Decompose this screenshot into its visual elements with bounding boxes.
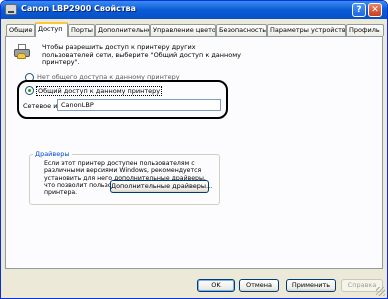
drivers-group-title: Драйверы <box>33 150 72 158</box>
apply-button[interactable]: Применить <box>286 279 336 292</box>
help-title-button[interactable]: ? <box>352 3 366 17</box>
printer-app-icon <box>5 4 17 15</box>
tab-strip: Общие Доступ Порты Дополнительно Управле… <box>5 22 385 37</box>
cancel-button[interactable]: Отмена <box>239 279 279 292</box>
properties-dialog: Canon LBP2900 Свойства ? ✕ Общие Доступ … <box>0 0 388 299</box>
sharing-info-text: Чтобы разрешить доступ к принтеру других… <box>42 43 242 66</box>
tab-advanced[interactable]: Дополнительно <box>95 24 150 36</box>
share-label[interactable]: Общий доступ к данному принтеру <box>36 86 163 96</box>
tab-general[interactable]: Общие <box>6 24 35 36</box>
window-title: Canon LBP2900 Свойства <box>21 4 136 13</box>
resize-grip[interactable] <box>376 287 385 296</box>
close-button[interactable]: ✕ <box>368 3 382 17</box>
additional-drivers-button[interactable]: Дополнительные драйверы... <box>110 180 212 193</box>
shared-printer-icon <box>14 44 30 59</box>
tab-ports[interactable]: Порты <box>68 24 95 36</box>
tab-color-management[interactable]: Управление цветом <box>150 24 216 36</box>
title-bar[interactable]: Canon LBP2900 Свойства ? ✕ <box>1 1 387 19</box>
tab-profile[interactable]: Профиль <box>346 24 384 36</box>
tab-sharing[interactable]: Доступ <box>35 22 68 37</box>
share-name-input[interactable] <box>57 99 221 111</box>
tab-security[interactable]: Безопасность <box>216 24 267 36</box>
tab-device-settings[interactable]: Параметры устройства <box>267 24 346 36</box>
share-radio[interactable] <box>25 86 34 95</box>
ok-button[interactable]: OK <box>197 279 235 292</box>
